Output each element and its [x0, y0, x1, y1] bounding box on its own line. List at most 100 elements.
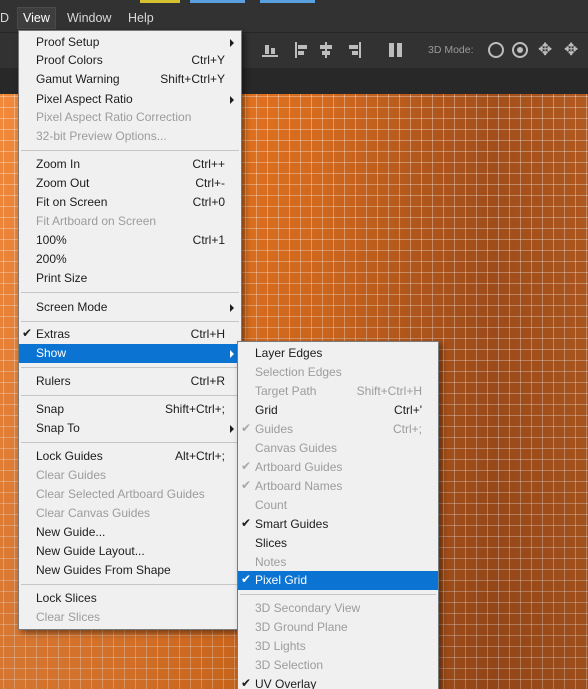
- submenu-item-3d-secondary-view[interactable]: 3D Secondary View: [238, 599, 438, 618]
- submenu-arrow-icon: [230, 96, 234, 104]
- submenu-item-guides[interactable]: ✔ Guides Ctrl+;: [238, 420, 438, 439]
- submenu-arrow-icon: [230, 39, 234, 47]
- submenu-item-pixel-grid[interactable]: ✔ Pixel Grid: [238, 571, 438, 590]
- submenu-item-grid[interactable]: Grid Ctrl+': [238, 401, 438, 420]
- menu-item-fit-artboard-on-screen[interactable]: Fit Artboard on Screen: [19, 212, 241, 231]
- distribute-icon[interactable]: [388, 42, 404, 58]
- menu-item-clear-canvas-guides[interactable]: Clear Canvas Guides: [19, 504, 241, 523]
- menu-item-label: Selection Edges: [255, 365, 342, 379]
- menu-item-label: Show: [36, 346, 67, 360]
- menu-item-label: Grid: [255, 403, 278, 417]
- menu-item-snap[interactable]: Snap Shift+Ctrl+;: [19, 400, 241, 419]
- align-horizontal-centers-icon[interactable]: [318, 42, 334, 58]
- submenu-item-count[interactable]: Count: [238, 496, 438, 515]
- menu-item-label: Pixel Grid: [255, 573, 308, 587]
- menu-separator: [21, 584, 239, 585]
- menu-item-print-size[interactable]: Print Size: [19, 269, 241, 288]
- show-submenu: Layer Edges Selection Edges Target Path S…: [237, 341, 439, 689]
- menu-item-proof-setup[interactable]: Proof Setup: [19, 33, 241, 52]
- menu-view[interactable]: View: [17, 7, 56, 29]
- slide-3d-icon[interactable]: ✥: [564, 41, 578, 59]
- menu-item-show[interactable]: Show: [19, 344, 241, 363]
- checkmark-icon: ✔: [241, 572, 252, 586]
- menu-help[interactable]: Help: [123, 8, 159, 28]
- submenu-item-notes[interactable]: Notes: [238, 553, 438, 572]
- menu-separator: [21, 367, 239, 368]
- menu-item-label: Proof Setup: [36, 35, 100, 49]
- submenu-item-smart-guides[interactable]: ✔ Smart Guides: [238, 515, 438, 534]
- submenu-item-3d-ground-plane[interactable]: 3D Ground Plane: [238, 618, 438, 637]
- menu-item-label: New Guide...: [36, 525, 106, 539]
- align-right-edges-icon[interactable]: [345, 42, 361, 58]
- menu-item-fit-on-screen[interactable]: Fit on Screen Ctrl+0: [19, 193, 241, 212]
- shortcut-label: Ctrl+;: [392, 422, 422, 436]
- menu-item-new-guide[interactable]: New Guide...: [19, 523, 241, 542]
- menu-item-clear-slices[interactable]: Clear Slices: [19, 608, 241, 627]
- submenu-item-uv-overlay[interactable]: ✔ UV Overlay: [238, 675, 438, 689]
- menu-item-label: Fit on Screen: [36, 195, 108, 209]
- menu-partial[interactable]: D: [0, 8, 14, 28]
- submenu-item-artboard-names[interactable]: ✔ Artboard Names: [238, 477, 438, 496]
- submenu-item-target-path[interactable]: Target Path Shift+Ctrl+H: [238, 382, 438, 401]
- tab-indicator: [260, 0, 315, 3]
- menu-item-label: Snap To: [36, 421, 80, 435]
- shortcut-label: Ctrl+': [394, 403, 422, 417]
- roll-3d-icon[interactable]: [512, 42, 528, 58]
- menu-item-rulers[interactable]: Rulers Ctrl+R: [19, 372, 241, 391]
- menu-item-clear-selected-artboard-guides[interactable]: Clear Selected Artboard Guides: [19, 485, 241, 504]
- menu-item-proof-colors[interactable]: Proof Colors Ctrl+Y: [19, 51, 241, 70]
- menu-item-label: Snap: [36, 402, 65, 416]
- submenu-arrow-icon: [230, 350, 234, 358]
- 3d-mode-label: 3D Mode:: [428, 44, 474, 56]
- shortcut-label: Shift+Ctrl+Y: [160, 72, 225, 86]
- menu-item-new-guide-layout[interactable]: New Guide Layout...: [19, 542, 241, 561]
- menu-item-label: Slices: [255, 536, 288, 550]
- menu-item-zoom-in[interactable]: Zoom In Ctrl++: [19, 155, 241, 174]
- menu-item-200-percent[interactable]: 200%: [19, 250, 241, 269]
- menu-item-label: Count: [255, 498, 288, 512]
- menu-item-32bit-preview-options[interactable]: 32-bit Preview Options...: [19, 127, 241, 146]
- align-bottom-icon[interactable]: [262, 42, 278, 58]
- submenu-item-3d-selection[interactable]: 3D Selection: [238, 656, 438, 675]
- menu-item-lock-guides[interactable]: Lock Guides Alt+Ctrl+;: [19, 447, 241, 466]
- menu-item-label: Pixel Aspect Ratio: [36, 92, 133, 106]
- orbit-3d-icon[interactable]: [488, 42, 504, 58]
- menu-item-label: Clear Canvas Guides: [36, 506, 151, 520]
- submenu-item-canvas-guides[interactable]: Canvas Guides: [238, 439, 438, 458]
- submenu-item-3d-lights[interactable]: 3D Lights: [238, 637, 438, 656]
- submenu-item-slices[interactable]: Slices: [238, 534, 438, 553]
- menu-item-label: Rulers: [36, 374, 71, 388]
- menu-separator: [21, 150, 239, 151]
- menu-item-new-guides-from-shape[interactable]: New Guides From Shape: [19, 561, 241, 580]
- menu-item-snap-to[interactable]: Snap To: [19, 419, 241, 438]
- menu-item-zoom-out[interactable]: Zoom Out Ctrl+-: [19, 174, 241, 193]
- menu-item-label: New Guide Layout...: [36, 544, 145, 558]
- menu-item-label: New Guides From Shape: [36, 563, 171, 577]
- menu-item-pixel-aspect-ratio[interactable]: Pixel Aspect Ratio: [19, 90, 241, 109]
- menu-item-extras[interactable]: ✔ Extras Ctrl+H: [19, 325, 241, 344]
- tab-indicator: [190, 0, 245, 3]
- menu-item-gamut-warning[interactable]: Gamut Warning Shift+Ctrl+Y: [19, 70, 241, 89]
- submenu-item-layer-edges[interactable]: Layer Edges: [238, 344, 438, 363]
- pan-3d-icon[interactable]: ✥: [538, 41, 552, 59]
- checkmark-icon: ✔: [241, 459, 252, 473]
- tab-indicator: [140, 0, 180, 3]
- menu-item-100-percent[interactable]: 100% Ctrl+1: [19, 231, 241, 250]
- shortcut-label: Ctrl+-: [195, 176, 225, 190]
- menu-item-lock-slices[interactable]: Lock Slices: [19, 589, 241, 608]
- menu-item-pixel-aspect-ratio-correction[interactable]: Pixel Aspect Ratio Correction: [19, 108, 241, 127]
- menu-item-clear-guides[interactable]: Clear Guides: [19, 466, 241, 485]
- menu-item-label: Fit Artboard on Screen: [36, 214, 157, 228]
- menu-window[interactable]: Window: [62, 8, 116, 28]
- menu-item-label: Guides: [255, 422, 294, 436]
- menu-item-label: 100%: [36, 233, 67, 247]
- menu-separator: [21, 395, 239, 396]
- submenu-item-selection-edges[interactable]: Selection Edges: [238, 363, 438, 382]
- menu-item-label: Screen Mode: [36, 300, 108, 314]
- submenu-item-artboard-guides[interactable]: ✔ Artboard Guides: [238, 458, 438, 477]
- menu-item-label: Pixel Aspect Ratio Correction: [36, 110, 192, 124]
- align-left-edges-icon[interactable]: [295, 42, 311, 58]
- menu-item-label: Zoom In: [36, 157, 81, 171]
- menu-item-screen-mode[interactable]: Screen Mode: [19, 298, 241, 317]
- shortcut-label: Ctrl+R: [190, 374, 225, 388]
